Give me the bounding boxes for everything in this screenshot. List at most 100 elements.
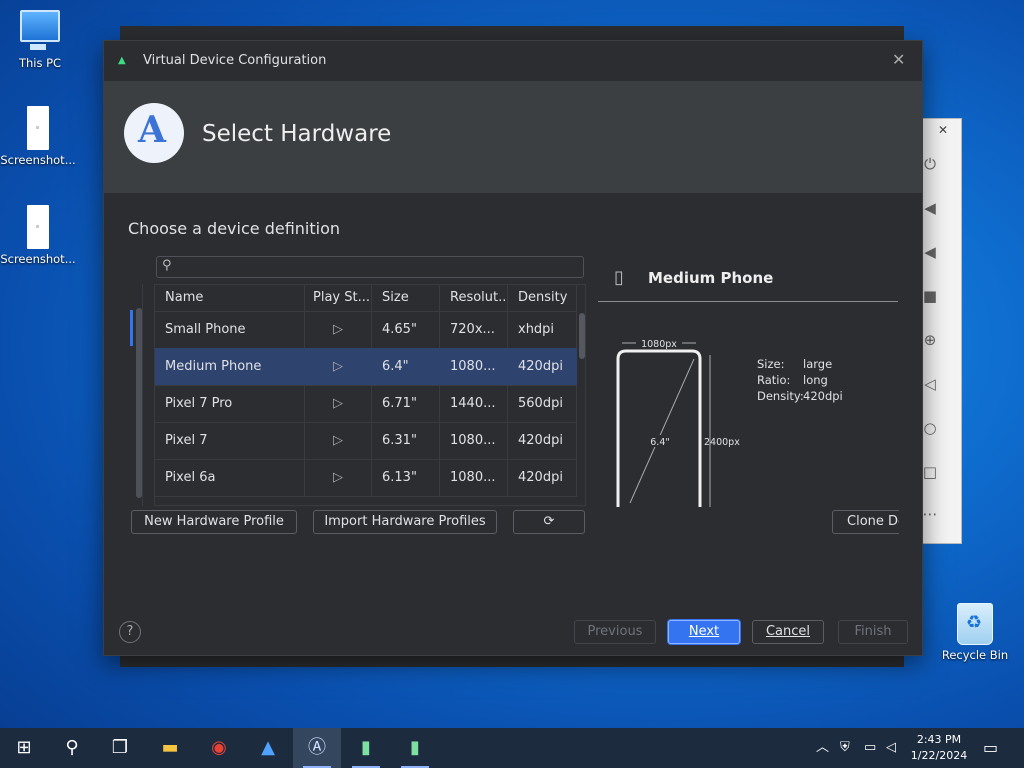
app-button-1[interactable]: ▮: [342, 728, 390, 768]
device-name-cell: Medium Phone: [155, 348, 305, 385]
task-view-icon: ❐: [111, 737, 129, 758]
photos-button[interactable]: ▲: [244, 728, 292, 768]
new-hardware-profile-button[interactable]: New Hardware Profile: [131, 510, 297, 534]
previous-button[interactable]: Previous: [574, 620, 656, 644]
volume-down-icon[interactable]: ◀: [922, 243, 938, 261]
chevron-up-icon[interactable]: ︿: [816, 728, 829, 768]
chrome-icon: ◉: [211, 737, 227, 758]
play-store-icon: ▷: [333, 359, 343, 374]
preview-divider: [598, 301, 898, 302]
density-cell: 420dpi: [508, 422, 577, 459]
device-name-cell: Pixel 7 Pro: [155, 385, 305, 422]
folder-icon: ▬: [161, 737, 179, 758]
table-row[interactable]: Small Phone ▷ 4.65" 720x... xhdpi: [155, 311, 577, 349]
desktop-icon-label: Screenshot...: [0, 252, 76, 266]
task-view-button[interactable]: ❐: [96, 728, 144, 768]
help-icon[interactable]: ?: [119, 621, 141, 643]
play-store-icon: ▷: [333, 470, 343, 485]
dialog-titlebar[interactable]: ▲ Virtual Device Configuration ✕: [104, 41, 922, 81]
column-header-density[interactable]: Density: [508, 285, 577, 311]
volume-muted-icon[interactable]: ◁: [886, 728, 896, 768]
desktop-icon-recycle-bin[interactable]: Recycle Bin: [935, 603, 1015, 662]
size-cell: 4.65": [372, 311, 440, 348]
zoom-icon[interactable]: ⊕: [922, 331, 938, 349]
android-studio-button[interactable]: Ⓐ: [293, 728, 341, 768]
desktop-icon-screenshot-1[interactable]: Screenshot...: [0, 106, 78, 167]
column-header-resolution[interactable]: Resolut...: [440, 285, 508, 311]
chrome-button[interactable]: ◉: [195, 728, 243, 768]
cancel-button[interactable]: Cancel: [752, 620, 824, 644]
resolution-cell: 720x...: [440, 311, 508, 348]
desktop-icon-this-pc[interactable]: This PC: [0, 10, 80, 70]
dialog-header: A Select Hardware: [104, 81, 922, 193]
clock-date: 1/22/2024: [910, 749, 968, 762]
next-button-label: Next: [688, 624, 720, 639]
search-input[interactable]: [181, 258, 581, 278]
recycle-bin-icon: [957, 603, 993, 645]
volume-up-icon[interactable]: ◀: [922, 199, 938, 217]
table-header: Name Play St... Size Resolut... Density: [155, 285, 577, 312]
file-explorer-button[interactable]: ▬: [146, 728, 194, 768]
desktop-icon-label: Recycle Bin: [941, 648, 1009, 662]
search-field[interactable]: ⚲: [156, 256, 584, 278]
more-icon[interactable]: ⋯: [922, 505, 938, 523]
device-icon: ▯: [614, 267, 624, 288]
virtual-device-configuration-dialog: ▲ Virtual Device Configuration ✕ A Selec…: [103, 40, 923, 656]
category-list[interactable]: [128, 284, 143, 506]
category-scrollbar[interactable]: [136, 308, 142, 498]
table-row[interactable]: Pixel 6a ▷ 6.13" 1080... 420dpi: [155, 459, 577, 497]
refresh-button[interactable]: ⟳: [513, 510, 585, 534]
phone-dimension-diagram: 1080px 6.4" 2400px: [616, 337, 740, 507]
close-icon[interactable]: ✕: [892, 50, 905, 69]
clone-device-button[interactable]: Clone De: [832, 510, 899, 534]
spec-key: Size:: [757, 357, 785, 371]
cancel-button-label: Cancel: [765, 624, 811, 639]
start-button[interactable]: ⊞: [0, 728, 48, 768]
file-icon: [27, 106, 49, 150]
back-icon[interactable]: ◁: [922, 375, 938, 393]
table-row[interactable]: Medium Phone ▷ 6.4" 1080... 420dpi: [155, 348, 577, 386]
play-store-icon: ▷: [333, 433, 343, 448]
density-cell: 420dpi: [508, 348, 577, 385]
camera-icon[interactable]: ■: [922, 287, 938, 305]
clock-time: 2:43 PM: [916, 733, 962, 746]
security-icon[interactable]: ⛨: [840, 728, 850, 768]
app-button-2[interactable]: ▮: [391, 728, 439, 768]
finish-button[interactable]: Finish: [838, 620, 908, 644]
table-scrollbar[interactable]: [579, 313, 585, 359]
system-clock[interactable]: 2:43 PM 1/22/2024: [906, 732, 972, 764]
table-row[interactable]: Pixel 7 ▷ 6.31" 1080... 420dpi: [155, 422, 577, 460]
column-header-name[interactable]: Name: [155, 285, 305, 311]
table-row[interactable]: Pixel 7 Pro ▷ 6.71" 1440... 560dpi: [155, 385, 577, 423]
notifications-icon[interactable]: ▭: [983, 728, 998, 768]
android-icon: ▲: [118, 55, 126, 66]
desktop-icon-label: Screenshot...: [0, 153, 76, 167]
home-icon[interactable]: ○: [922, 419, 938, 437]
height-label: 2400px: [704, 437, 740, 448]
search-button[interactable]: ⚲: [48, 728, 96, 768]
resolution-cell: 1440...: [440, 385, 508, 422]
density-cell: 560dpi: [508, 385, 577, 422]
spec-value: 420dpi: [803, 389, 843, 403]
column-header-play-store[interactable]: Play St...: [305, 285, 372, 311]
next-button[interactable]: Next: [668, 620, 740, 644]
photos-icon: ▲: [261, 737, 275, 758]
diagonal-label: 6.4": [650, 437, 669, 448]
resolution-cell: 1080...: [440, 459, 508, 496]
computer-icon: [20, 10, 60, 50]
device-specs: Size: large Ratio: long Density:420dpi: [757, 356, 843, 404]
network-icon[interactable]: ▭: [864, 728, 876, 768]
spec-key: Density:: [757, 389, 804, 403]
overview-icon[interactable]: □: [922, 463, 938, 481]
column-header-size[interactable]: Size: [372, 285, 440, 311]
desktop-icon-screenshot-2[interactable]: Screenshot...: [0, 205, 78, 266]
power-icon[interactable]: ⏻: [922, 155, 938, 173]
size-cell: 6.4": [372, 348, 440, 385]
search-icon: ⚲: [65, 737, 79, 758]
android-studio-logo-icon: A: [124, 103, 184, 163]
density-cell: 420dpi: [508, 459, 577, 496]
category-selected-marker: [130, 310, 133, 346]
import-hardware-profiles-button[interactable]: Import Hardware Profiles: [313, 510, 497, 534]
close-icon[interactable]: ✕: [938, 123, 948, 137]
device-table: Name Play St... Size Resolut... Density …: [154, 284, 586, 506]
